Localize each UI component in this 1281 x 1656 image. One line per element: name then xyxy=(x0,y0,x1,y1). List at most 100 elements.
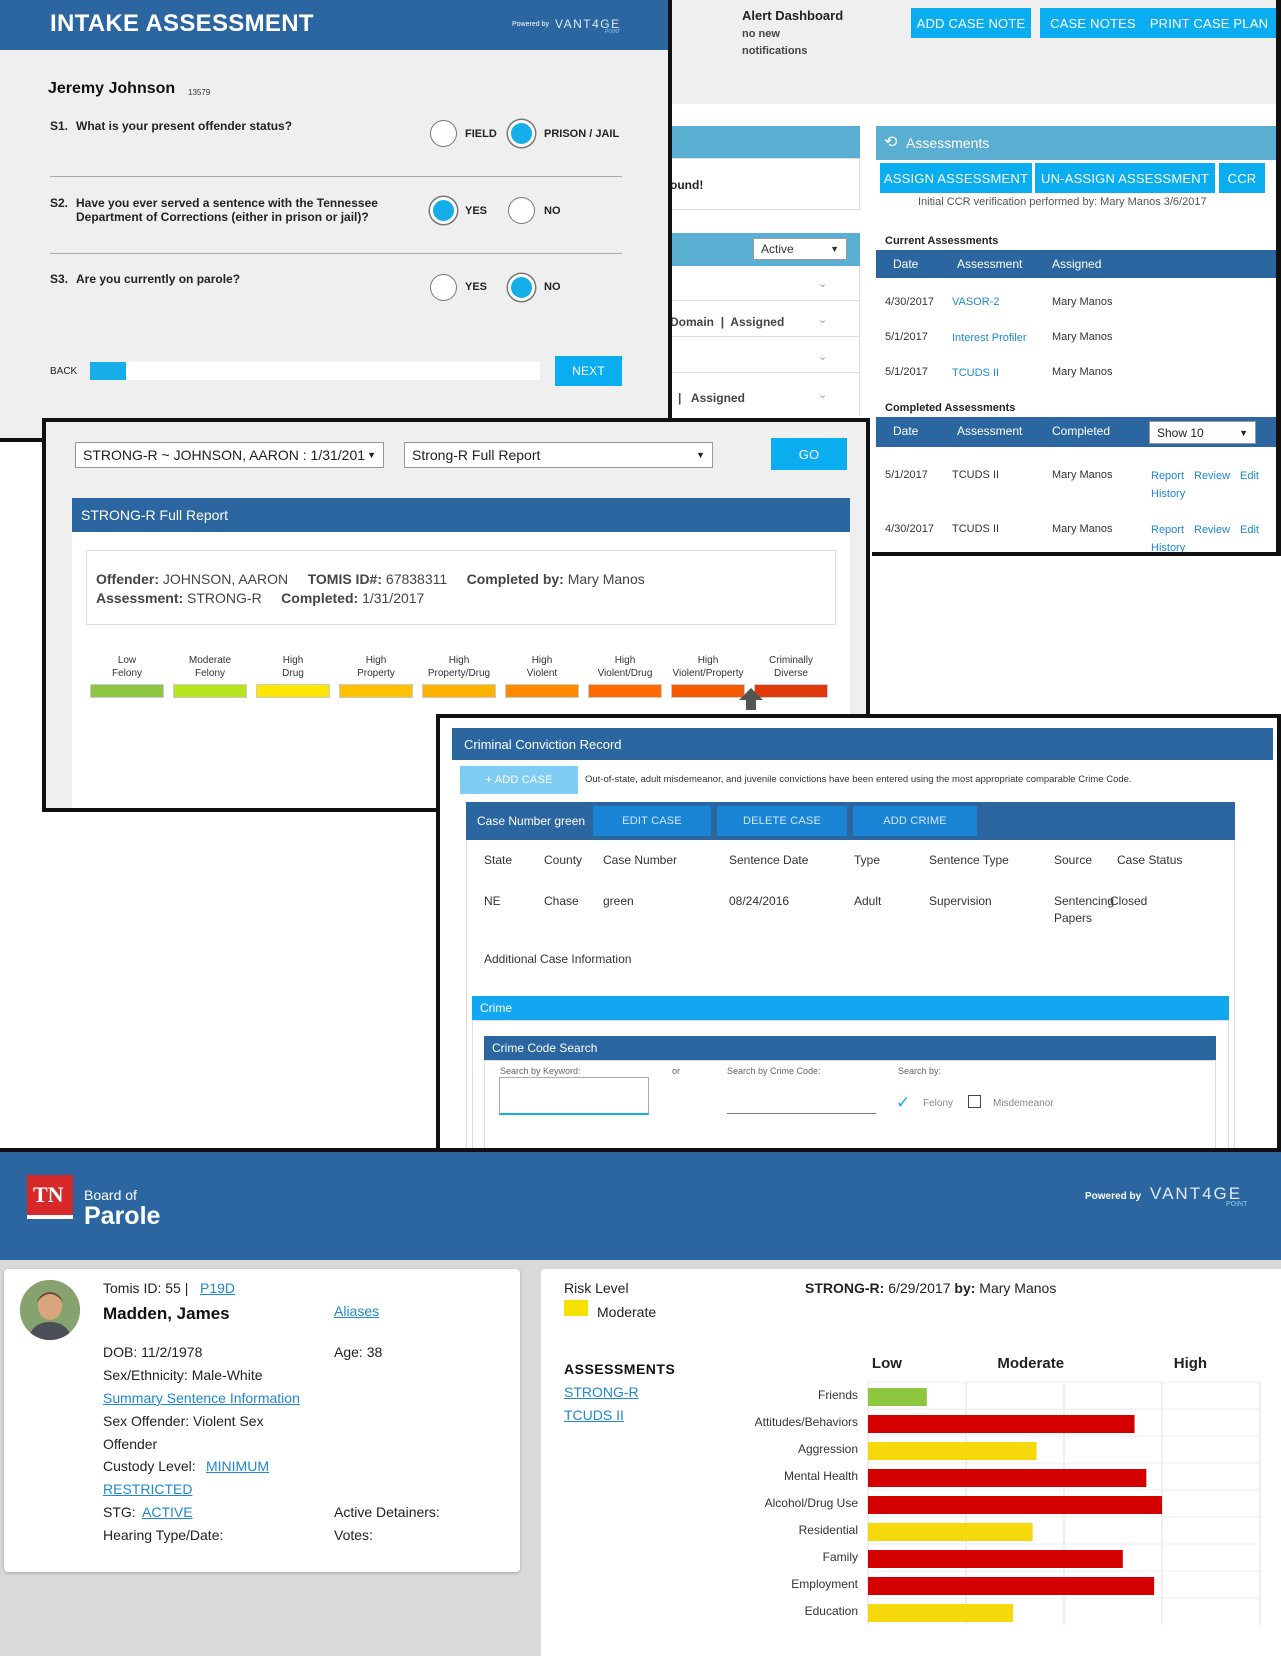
progress-bar xyxy=(90,362,540,380)
chevron-down-icon[interactable]: ⌄ xyxy=(818,313,827,326)
not-found-text: ound! xyxy=(670,178,704,192)
next-button[interactable]: NEXT xyxy=(555,356,622,386)
edit-case-button[interactable]: EDIT CASE xyxy=(593,806,711,836)
col-completed: Completed xyxy=(1052,424,1111,438)
col-sentence-date: Sentence Date xyxy=(729,853,809,867)
custody-level-link-cont[interactable]: RESTRICTED xyxy=(103,1481,192,1497)
assessment-select[interactable]: STRONG-R ~ JOHNSON, AARON : 1/31/201 ▼ xyxy=(75,442,384,468)
frame-edge xyxy=(1276,0,1281,556)
add-case-button[interactable]: + ADD CASE xyxy=(460,766,578,794)
domain-risk-chart: Low Moderate High Friends Attitudes/Behavior… xyxy=(690,1352,1270,1652)
risk-level-swatch xyxy=(564,1300,588,1316)
case-notes-button[interactable]: CASE NOTES xyxy=(1040,8,1146,38)
report-link[interactable]: Report xyxy=(1151,470,1184,482)
crime-code-input[interactable] xyxy=(727,1092,876,1114)
stg-link[interactable]: ACTIVE xyxy=(142,1504,193,1520)
chevron-down-icon[interactable]: ⌄ xyxy=(818,350,827,363)
current-row-assessment-link[interactable]: TCUDS II xyxy=(952,367,999,379)
radio-yes[interactable] xyxy=(430,274,457,301)
radio-no[interactable] xyxy=(508,197,535,224)
domain-label: Domain | Assigned xyxy=(670,315,785,329)
add-case-note-button[interactable]: ADD CASE NOTE xyxy=(911,8,1031,38)
sex-offender-line1: Sex Offender: Violent Sex xyxy=(103,1413,264,1429)
current-row-assessment-link[interactable]: VASOR-2 xyxy=(952,296,999,308)
print-case-plan-button[interactable]: PRINT CASE PLAN xyxy=(1142,8,1276,38)
chevron-down-icon: ▼ xyxy=(1239,427,1248,438)
additional-case-info: Additional Case Information xyxy=(484,952,632,966)
current-row-assigned: Mary Manos xyxy=(1052,366,1113,378)
radio-yes-label: YES xyxy=(465,281,488,293)
client-name: Jeremy Johnson xyxy=(48,80,176,97)
edit-link[interactable]: Edit xyxy=(1240,524,1259,536)
risk-level-label: Moderate Felony xyxy=(188,655,232,679)
status-select[interactable]: Active ▼ xyxy=(753,238,847,260)
current-row-date: 5/1/2017 xyxy=(885,366,928,378)
custody-level-link[interactable]: MINIMUM xyxy=(206,1458,269,1474)
col-state: State xyxy=(484,853,513,867)
show-entries-select[interactable]: Show 10 ▼ xyxy=(1149,421,1256,444)
risk-level-bar xyxy=(339,684,413,698)
current-row-date: 5/1/2017 xyxy=(885,331,928,343)
misdemeanor-label: Misdemeanor xyxy=(993,1098,1054,1109)
risk-level-bar xyxy=(588,684,662,698)
aliases-link[interactable]: Aliases xyxy=(334,1303,379,1319)
review-link[interactable]: Review xyxy=(1194,524,1230,536)
cell-source: Sentencing xyxy=(1054,894,1115,908)
radio-field-label: FIELD xyxy=(465,128,497,140)
ccr-button[interactable]: CCR xyxy=(1219,163,1265,193)
show-entries-value: Show 10 xyxy=(1157,425,1204,440)
risk-level-bar xyxy=(173,684,247,698)
radio-prison-jail[interactable] xyxy=(508,120,535,147)
category-label: Residential xyxy=(799,1523,858,1537)
report-type-select[interactable]: Strong-R Full Report ▼ xyxy=(404,442,713,468)
frame-edge xyxy=(872,552,1281,556)
intake-title: INTAKE ASSESSMENT xyxy=(50,10,314,37)
edit-link[interactable]: Edit xyxy=(1240,470,1259,482)
unassign-assessment-button[interactable]: UN-ASSIGN ASSESSMENT xyxy=(1035,163,1215,193)
chevron-down-icon[interactable]: ⌄ xyxy=(818,277,827,290)
felony-check-icon[interactable]: ✓ xyxy=(896,1093,910,1113)
completed-row-assessment: TCUDS II xyxy=(952,523,1000,535)
votes: Votes: xyxy=(334,1527,373,1543)
risk-level-bar xyxy=(671,684,745,698)
ccr-note: Out-of-state, adult misdemeanor, and juv… xyxy=(585,774,1132,785)
dob: DOB: 11/2/1978 xyxy=(103,1344,203,1360)
back-button[interactable]: BACK xyxy=(50,366,77,377)
radio-field[interactable] xyxy=(430,120,457,147)
offender-name: Madden, James xyxy=(103,1304,230,1323)
strong-r-summary: STRONG-R: 6/29/2017 by: Mary Manos xyxy=(805,1280,1057,1296)
category-label: Mental Health xyxy=(784,1469,858,1483)
summary-sentence-link[interactable]: Summary Sentence Information xyxy=(103,1390,300,1406)
sex-offender-line2: Offender xyxy=(103,1436,158,1452)
tcuds-link[interactable]: TCUDS II xyxy=(564,1407,624,1423)
add-crime-button[interactable]: ADD CRIME xyxy=(853,806,977,836)
chevron-down-icon[interactable]: ⌄ xyxy=(818,388,827,401)
delete-case-button[interactable]: DELETE CASE xyxy=(717,806,847,836)
go-button[interactable]: GO xyxy=(771,438,847,470)
report-link[interactable]: Report xyxy=(1151,524,1184,536)
cell-sentence-type: Supervision xyxy=(929,894,992,908)
tomis-link[interactable]: P19D xyxy=(200,1280,235,1296)
strong-r-link[interactable]: STRONG-R xyxy=(564,1384,639,1400)
misdemeanor-checkbox[interactable] xyxy=(968,1095,981,1108)
assign-assessment-button[interactable]: ASSIGN ASSESSMENT xyxy=(880,163,1032,193)
current-row-assessment-link[interactable]: Interest Profiler xyxy=(952,332,1027,344)
category-label: Family xyxy=(823,1550,858,1564)
keyword-input[interactable] xyxy=(499,1077,649,1115)
crime-code-label: Search by Crime Code: xyxy=(727,1066,821,1076)
category-label: Education xyxy=(805,1604,858,1618)
review-link[interactable]: Review xyxy=(1194,470,1230,482)
bar xyxy=(868,1604,1014,1622)
custody-level-label: Custody Level: xyxy=(103,1458,196,1474)
radio-yes[interactable] xyxy=(430,197,457,224)
radio-no[interactable] xyxy=(508,274,535,301)
ccr-note: Initial CCR verification performed by: M… xyxy=(918,196,1207,208)
question-number: S1. xyxy=(50,119,69,133)
status-select-value: Active xyxy=(761,242,794,256)
assessment-line: Assessment: STRONG-R Completed: 1/31/201… xyxy=(96,590,425,606)
history-link[interactable]: History xyxy=(1151,488,1185,500)
risk-level-bar xyxy=(422,684,496,698)
or-label: or xyxy=(672,1066,681,1076)
risk-level-label: High Drug xyxy=(282,655,304,679)
question-s2-line2: Department of Corrections (either in pri… xyxy=(76,210,369,224)
